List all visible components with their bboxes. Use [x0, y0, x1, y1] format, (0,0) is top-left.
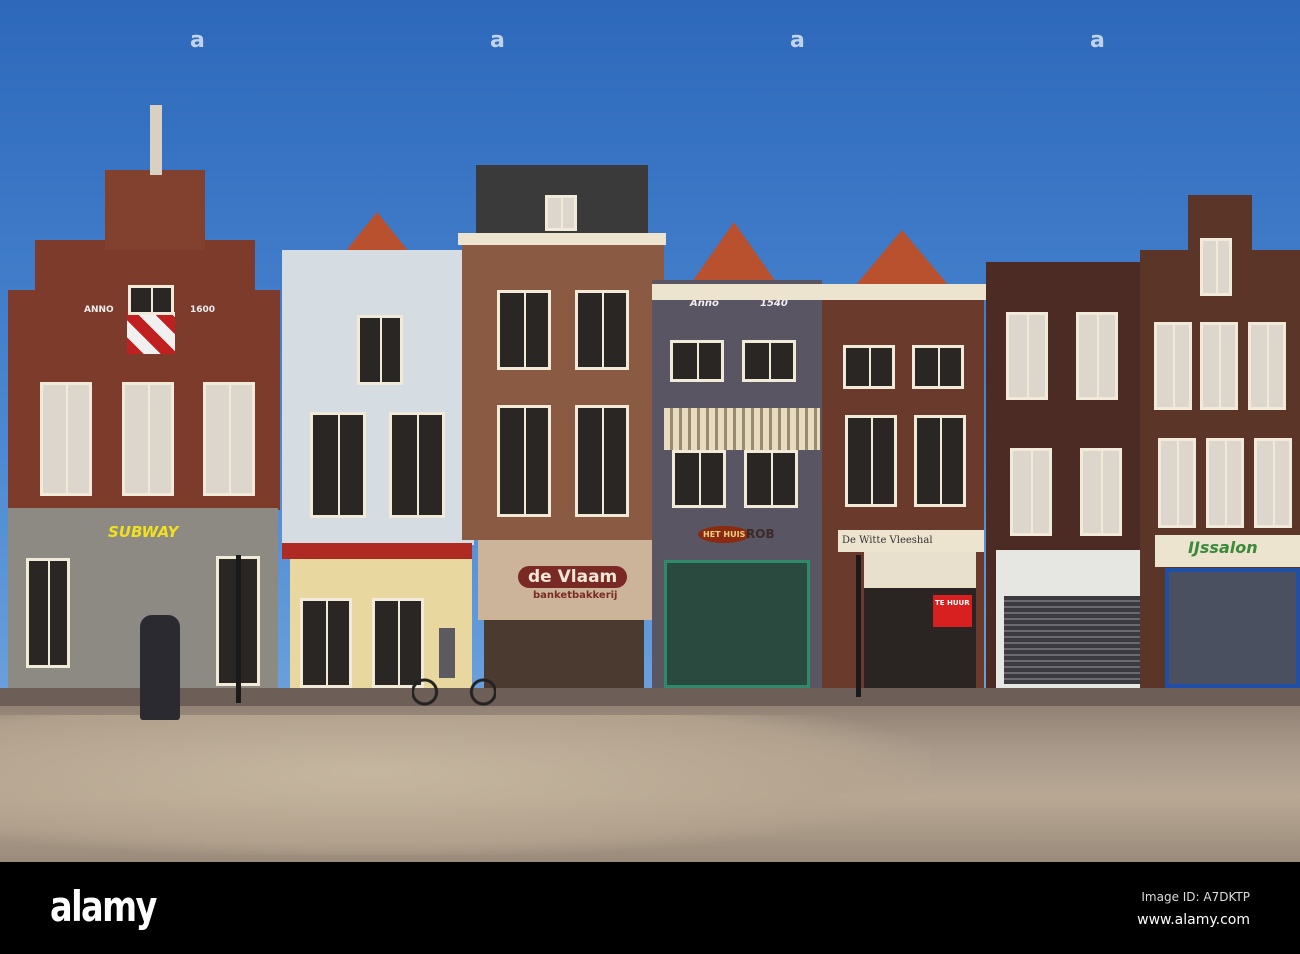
year-plaque-left: 1600 [190, 305, 216, 315]
bakery-window [484, 620, 644, 690]
sidewalk [0, 688, 1300, 706]
watermark-a: a [490, 28, 505, 53]
red-tile-roof [345, 212, 409, 252]
window [203, 382, 255, 496]
building-brick-tall [462, 235, 664, 540]
window [128, 285, 174, 315]
window [1254, 438, 1292, 528]
het-huis-badge: HET HUIS [698, 526, 751, 543]
window [670, 340, 724, 382]
window [26, 558, 70, 668]
red-tile-roof [692, 222, 776, 282]
red-awning [282, 543, 472, 559]
window [914, 415, 966, 507]
window [1158, 438, 1196, 528]
window [744, 450, 798, 508]
subway-sign: SUBWAY [108, 523, 179, 541]
vleeshal-sign: De Witte Vleeshal [842, 535, 933, 546]
rob-sign: ROB [746, 527, 775, 541]
window [1248, 322, 1286, 410]
window [1006, 312, 1048, 400]
window [310, 412, 366, 518]
shutter-grille [1004, 596, 1142, 684]
window [1010, 448, 1052, 536]
cornice-band [652, 284, 987, 300]
street-lamp [236, 555, 241, 703]
pedestrians [140, 615, 180, 720]
gable-pinnacle [150, 105, 162, 175]
window [1200, 238, 1232, 296]
te-huur-poster: TE HUUR [933, 595, 972, 627]
watermark-bar: alamy Image ID: A7DKTP www.alamy.com [0, 862, 1300, 954]
window [742, 340, 796, 382]
window [497, 405, 551, 517]
window [1154, 322, 1192, 410]
alamy-logo: alamy [50, 882, 157, 931]
window [497, 290, 551, 370]
green-storefront [664, 560, 810, 688]
window [122, 382, 174, 496]
curtains [864, 552, 976, 588]
alamy-url: www.alamy.com [1137, 912, 1250, 928]
cyclist [412, 628, 496, 726]
bakery-subtitle: banketbakkerij [533, 590, 618, 601]
watermark-a: a [1090, 28, 1105, 53]
window [1200, 322, 1238, 410]
window [843, 345, 895, 389]
bakery-logo: de Vlaam [518, 566, 628, 588]
street-lamp [856, 555, 861, 697]
window [300, 598, 352, 688]
watermark-a: a [790, 28, 805, 53]
window [545, 195, 577, 231]
icecream-sign: IJssalon [1188, 538, 1258, 557]
window [40, 382, 92, 496]
window [1076, 312, 1118, 400]
red-tile-roof [855, 230, 949, 286]
window [1206, 438, 1244, 528]
watermark-a: a [190, 28, 205, 53]
building-row: SUBWAY ANNO 1600 de Vlaam banketbakkerij… [0, 0, 1300, 700]
blue-storefront [1165, 568, 1300, 688]
window [575, 405, 629, 517]
striped-awning [664, 408, 820, 450]
window [389, 412, 445, 518]
image-id: Image ID: A7DKTP [1141, 890, 1250, 904]
window [672, 450, 726, 508]
shutter-diamond [127, 312, 175, 354]
cornice [458, 233, 666, 245]
window [1080, 448, 1122, 536]
gable-top [105, 170, 205, 250]
window [575, 290, 629, 370]
window [845, 415, 897, 507]
window [357, 315, 403, 385]
window [912, 345, 964, 389]
sandy-cobbles [0, 715, 930, 855]
anno-plaque-left: ANNO [84, 305, 114, 315]
